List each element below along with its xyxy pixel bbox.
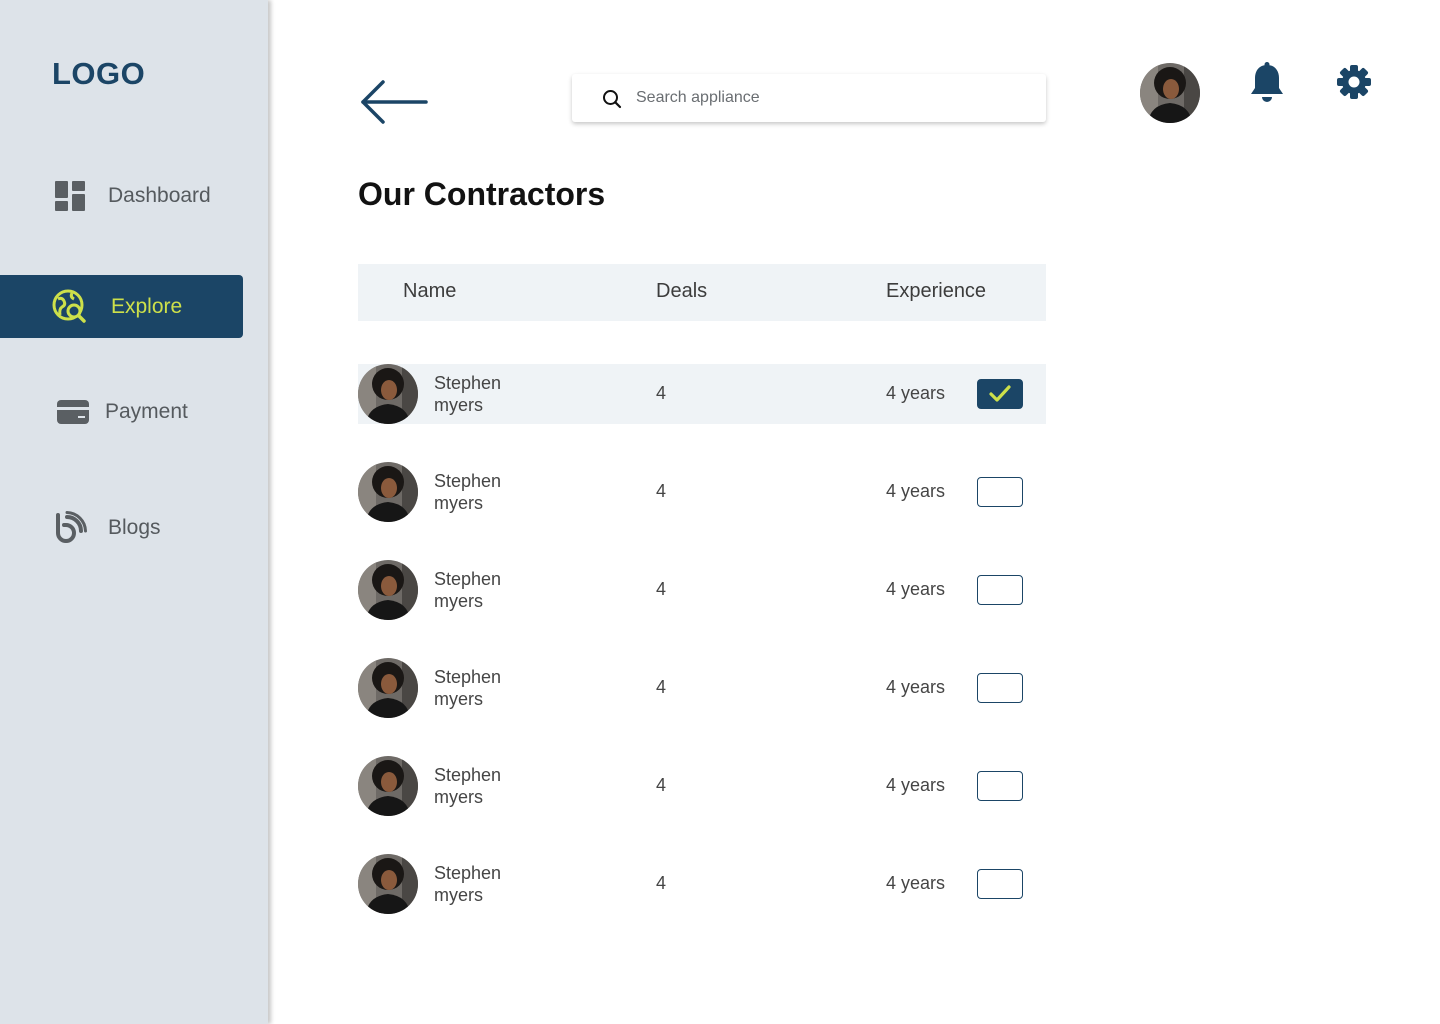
contractor-name: Stephen myers xyxy=(434,372,584,416)
checkmark-icon xyxy=(989,385,1011,402)
contractor-first-name: Stephen xyxy=(434,667,502,687)
avatar xyxy=(358,854,418,914)
sidebar-item-label: Blogs xyxy=(108,515,161,539)
contractor-deals: 4 xyxy=(656,873,667,893)
contractor-experience: 4 years xyxy=(886,775,946,795)
column-header-deals: Deals xyxy=(656,280,708,302)
sidebar-item-dashboard[interactable]: Dashboard xyxy=(0,164,243,227)
contractor-name: Stephen myers xyxy=(434,470,584,514)
column-header-name: Name xyxy=(403,280,457,302)
contractor-name: Stephen myers xyxy=(434,666,584,710)
avatar-image xyxy=(358,364,418,424)
select-checkbox[interactable] xyxy=(977,673,1023,703)
select-checkbox[interactable] xyxy=(977,477,1023,507)
contractor-experience: 4 years xyxy=(886,873,946,893)
contractor-last-name: myers xyxy=(434,689,483,709)
contractor-first-name: Stephen xyxy=(434,373,502,393)
select-checkbox[interactable] xyxy=(977,575,1023,605)
contractor-experience: 4 years xyxy=(886,579,946,599)
settings-button[interactable] xyxy=(1336,64,1372,100)
contractor-experience: 4 years xyxy=(886,677,946,697)
avatar xyxy=(358,364,418,424)
table-row[interactable]: Stephen myers 4 4 years xyxy=(358,462,1046,522)
avatar-image xyxy=(358,658,418,718)
contractor-experience: 4 years xyxy=(886,481,946,501)
contractor-deals: 4 xyxy=(656,677,667,697)
page-title: Our Contractors xyxy=(358,176,606,212)
contractor-first-name: Stephen xyxy=(434,765,502,785)
contractor-name: Stephen myers xyxy=(434,862,584,906)
back-button[interactable] xyxy=(358,78,430,128)
contractor-deals: 4 xyxy=(656,481,667,501)
avatar-image xyxy=(358,560,418,620)
avatar-image xyxy=(1140,63,1200,123)
sidebar-item-payment[interactable]: Payment xyxy=(0,380,243,443)
payment-card-icon xyxy=(55,394,91,430)
select-checkbox[interactable] xyxy=(977,379,1023,409)
gear-icon xyxy=(1337,65,1371,99)
blog-icon xyxy=(52,510,88,546)
contractor-last-name: myers xyxy=(434,395,483,415)
search-icon xyxy=(603,90,622,109)
user-avatar[interactable] xyxy=(1140,63,1200,123)
avatar xyxy=(358,560,418,620)
column-header-experience: Experience xyxy=(886,280,987,302)
avatar-image xyxy=(358,854,418,914)
contractor-first-name: Stephen xyxy=(434,569,502,589)
contractor-deals: 4 xyxy=(656,579,667,599)
contractor-last-name: myers xyxy=(434,493,483,513)
search-input[interactable] xyxy=(636,84,1026,112)
avatar-image xyxy=(358,756,418,816)
contractor-first-name: Stephen xyxy=(434,471,502,491)
table-row[interactable]: Stephen myers 4 4 years xyxy=(358,560,1046,620)
avatar-image xyxy=(358,462,418,522)
dashboard-icon xyxy=(52,178,88,214)
contractor-last-name: myers xyxy=(434,787,483,807)
table-row[interactable]: Stephen myers 4 4 years xyxy=(358,364,1046,424)
avatar xyxy=(358,658,418,718)
contractor-last-name: myers xyxy=(434,885,483,905)
table-header: Name Deals Experience xyxy=(358,264,1046,321)
avatar xyxy=(358,462,418,522)
search-bar xyxy=(572,74,1046,122)
sidebar: LOGO Dashboard Explore Payment Blogs xyxy=(0,0,268,1024)
contractor-last-name: myers xyxy=(434,591,483,611)
arrow-left-icon xyxy=(361,80,428,124)
contractor-deals: 4 xyxy=(656,383,667,403)
logo: LOGO xyxy=(52,56,146,91)
contractor-first-name: Stephen xyxy=(434,863,502,883)
contractor-experience: 4 years xyxy=(886,383,946,403)
sidebar-item-label: Explore xyxy=(111,294,183,318)
bell-icon xyxy=(1251,62,1283,102)
table-row[interactable]: Stephen myers 4 4 years xyxy=(358,658,1046,718)
select-checkbox[interactable] xyxy=(977,771,1023,801)
sidebar-item-label: Payment xyxy=(105,399,188,423)
avatar xyxy=(358,756,418,816)
select-checkbox[interactable] xyxy=(977,869,1023,899)
table-row[interactable]: Stephen myers 4 4 years xyxy=(358,854,1046,914)
contractor-name: Stephen myers xyxy=(434,568,584,612)
table-row[interactable]: Stephen myers 4 4 years xyxy=(358,756,1046,816)
sidebar-item-label: Dashboard xyxy=(108,183,211,207)
sidebar-item-blogs[interactable]: Blogs xyxy=(0,496,243,559)
sidebar-item-explore[interactable]: Explore xyxy=(0,275,243,338)
notification-button[interactable] xyxy=(1248,62,1286,104)
contractor-deals: 4 xyxy=(656,775,667,795)
contractor-name: Stephen myers xyxy=(434,764,584,808)
explore-icon xyxy=(52,289,88,325)
